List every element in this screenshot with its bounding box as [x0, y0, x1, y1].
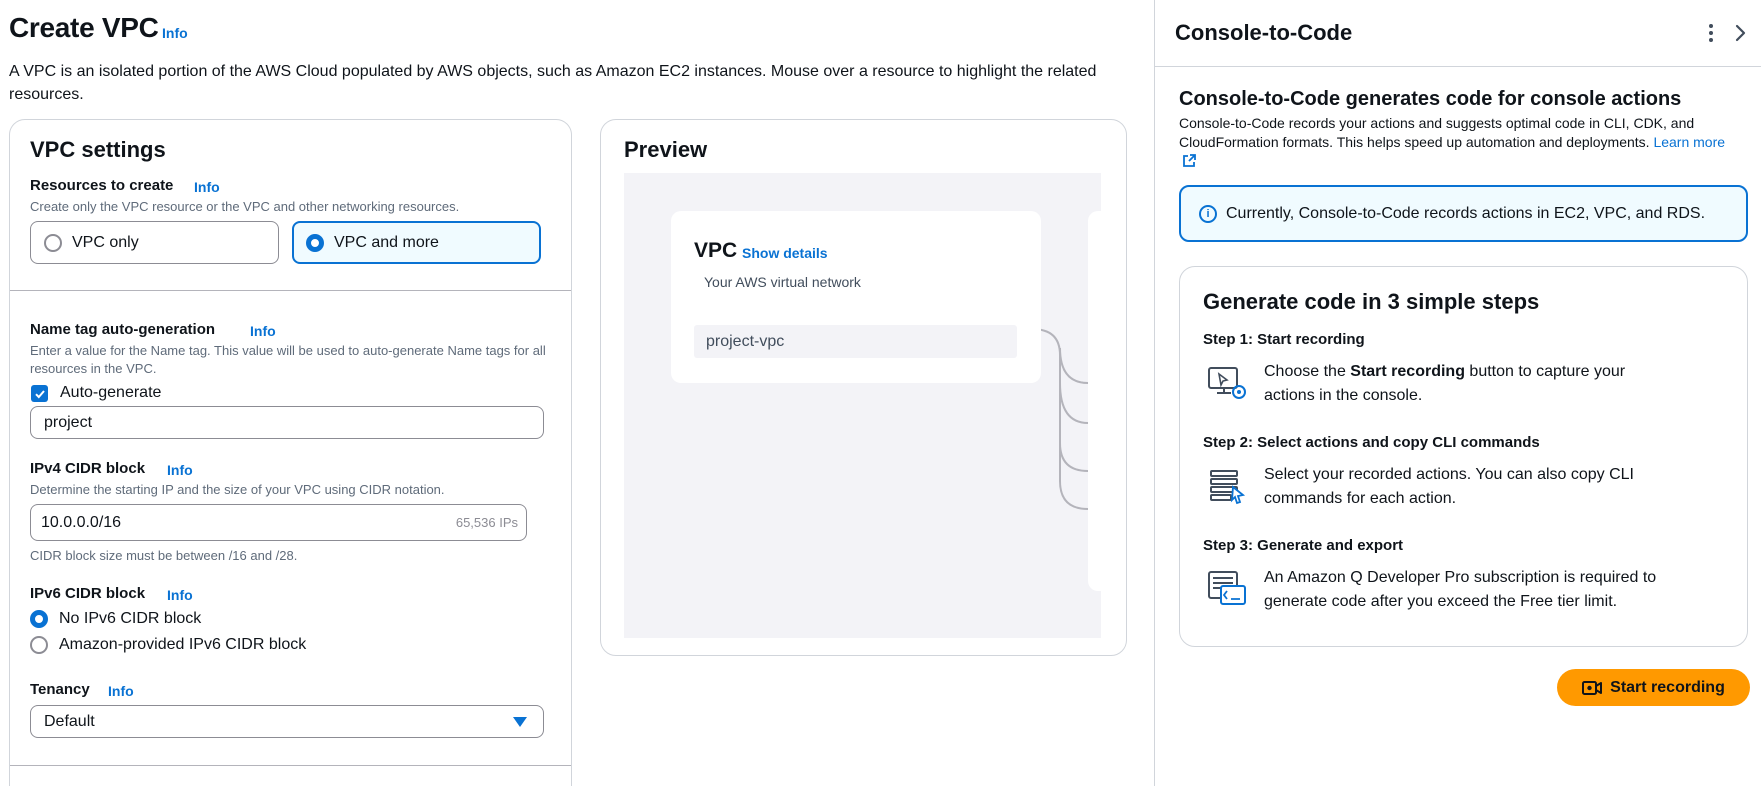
panel-title: Console-to-Code — [1175, 20, 1353, 45]
vpc-name[interactable]: project-vpc — [694, 325, 1017, 358]
step-2-label: Step 2: Select actions and copy CLI comm… — [1203, 434, 1540, 451]
info-alert: i Currently, Console-to-Code records act… — [1179, 185, 1748, 242]
tile-vpc-and-more[interactable]: VPC and more — [292, 221, 541, 264]
step-3-label: Step 3: Generate and export — [1203, 537, 1404, 554]
console-to-code-panel: Console-to-Code Console-to-Code generate… — [1154, 0, 1761, 786]
name-tag-description: Enter a value for the Name tag. This val… — [30, 343, 546, 376]
terminal-code-icon — [1208, 571, 1246, 605]
ipv4-info-link[interactable]: Info — [167, 462, 193, 478]
tenancy-label: Tenancy — [30, 681, 90, 698]
steps-title: Generate code in 3 simple steps — [1203, 289, 1540, 314]
tile-vpc-only[interactable]: VPC only — [30, 221, 279, 264]
panel-heading: Console-to-Code generates code for conso… — [1179, 88, 1682, 110]
step-1-label: Step 1: Start recording — [1203, 331, 1365, 348]
ipv6-option-none[interactable]: No IPv6 CIDR block — [30, 610, 201, 628]
vpc-title: VPC — [694, 239, 738, 262]
radio-vpc-only[interactable] — [44, 233, 62, 252]
title-info-link[interactable]: Info — [162, 25, 188, 41]
vpc-settings-card: VPC settings Resources to create Info Cr… — [9, 119, 572, 786]
step-3-text: An Amazon Q Developer Pro subscription i… — [1264, 569, 1657, 610]
ipv4-description: Determine the starting IP and the size o… — [30, 482, 445, 497]
step-1-text-bold: Start recording — [1350, 363, 1465, 380]
resources-info-link[interactable]: Info — [194, 179, 220, 195]
step-1-text-pre: Choose the — [1264, 363, 1351, 380]
tenancy-value: Default — [44, 712, 95, 730]
auto-generate-label: Auto-generate — [60, 384, 162, 401]
step-1-text: Choose the Start recording button to cap… — [1264, 360, 1664, 408]
preview-canvas: VPC Show details Your AWS virtual networ… — [624, 173, 1101, 638]
list-select-icon — [1210, 470, 1246, 505]
video-record-icon — [1582, 680, 1603, 695]
ipv6-option-amazon[interactable]: Amazon-provided IPv6 CIDR block — [30, 636, 306, 654]
section-divider — [10, 290, 571, 291]
panel-header: Console-to-Code — [1155, 0, 1761, 67]
info-icon: i — [1199, 204, 1217, 223]
radio-vpc-and-more[interactable] — [306, 233, 324, 252]
screen-recording-icon — [1208, 367, 1246, 399]
auto-generate-checkbox[interactable] — [31, 385, 48, 402]
vpc-settings-title: VPC settings — [30, 137, 166, 162]
radio-ipv6-none[interactable] — [30, 610, 48, 628]
check-icon — [34, 389, 45, 398]
tenancy-select[interactable]: Default — [30, 705, 544, 738]
start-recording-label: Start recording — [1610, 678, 1725, 696]
panel-description: Console-to-Code records your actions and… — [1179, 114, 1734, 171]
page-description: A VPC is an isolated portion of the AWS … — [9, 63, 1097, 103]
learn-more-label: Learn more — [1653, 134, 1726, 150]
radio-ipv6-amazon[interactable] — [30, 636, 48, 654]
resources-description: Create only the VPC resource or the VPC … — [30, 199, 460, 214]
vpc-subtitle: Your AWS virtual network — [704, 274, 861, 290]
start-recording-button[interactable]: Start recording — [1557, 669, 1750, 706]
preview-card: Preview VPC Show details Your AWS virtua… — [600, 119, 1127, 656]
name-tag-info-link[interactable]: Info — [250, 323, 276, 339]
alert-text: Currently, Console-to-Code records actio… — [1226, 204, 1706, 222]
ipv6-label: IPv6 CIDR block — [30, 585, 146, 602]
ipv4-label: IPv4 CIDR block — [30, 460, 146, 477]
name-tag-input[interactable]: project — [30, 406, 544, 439]
tile-vpc-and-more-label: VPC and more — [334, 233, 439, 251]
ipv6-option-amazon-label: Amazon-provided IPv6 CIDR block — [59, 636, 307, 653]
vpc-resource-box: VPC Show details Your AWS virtual networ… — [671, 211, 1041, 383]
name-tag-label: Name tag auto-generation — [30, 321, 216, 338]
preview-title: Preview — [624, 137, 708, 162]
ipv4-ip-count: 65,536 IPs — [455, 515, 518, 530]
resources-label: Resources to create — [30, 177, 174, 194]
ipv4-cidr-input[interactable]: 10.0.0.0/16 65,536 IPs — [30, 504, 527, 541]
tenancy-info-link[interactable]: Info — [108, 683, 134, 699]
subnets-resource-box — [1088, 211, 1101, 591]
tile-vpc-only-label: VPC only — [72, 233, 139, 251]
create-vpc-main: Create VPC Info A VPC is an isolated por… — [0, 0, 1154, 786]
show-details-link[interactable]: Show details — [742, 245, 828, 261]
ipv4-cidr-value: 10.0.0.0/16 — [41, 513, 122, 531]
ipv6-info-link[interactable]: Info — [167, 587, 193, 603]
steps-card: Generate code in 3 simple steps Step 1: … — [1179, 266, 1748, 647]
external-link-icon — [1183, 154, 1196, 167]
chevron-right-icon[interactable] — [1730, 22, 1750, 44]
panel-description-text: Console-to-Code records your actions and… — [1179, 115, 1695, 150]
ipv6-option-none-label: No IPv6 CIDR block — [59, 610, 202, 627]
caret-down-icon — [513, 717, 527, 727]
page-title: Create VPC — [9, 12, 159, 43]
ipv4-constraint: CIDR block size must be between /16 and … — [30, 548, 298, 563]
section-divider — [10, 765, 571, 766]
name-tag-value: project — [44, 413, 93, 431]
more-options-icon[interactable] — [1703, 22, 1719, 44]
step-2-text: Select your recorded actions. You can al… — [1264, 466, 1634, 507]
